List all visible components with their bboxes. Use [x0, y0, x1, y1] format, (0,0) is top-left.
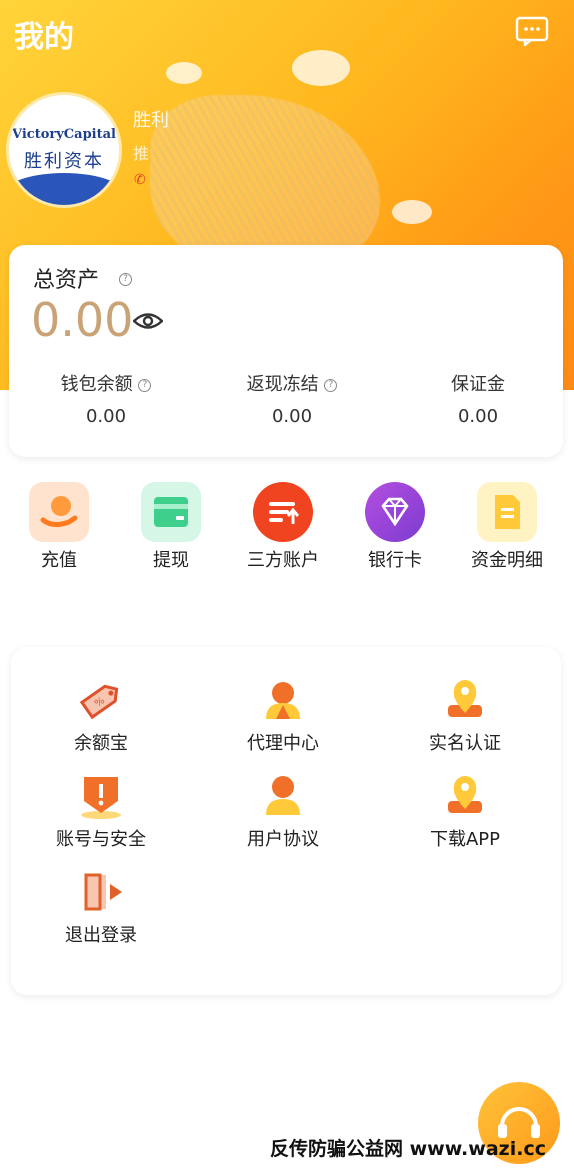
watermark-text: 反传防骗公益网 www.wazi.cc — [270, 1138, 546, 1160]
logo-text: VictoryCapital — [12, 127, 116, 142]
menu-item-label: 下载APP — [429, 829, 501, 850]
stat-value: 0.00 — [457, 406, 499, 427]
menu-item-download-app[interactable]: 下载APP — [375, 771, 555, 851]
assets-card: 总资产 ? 0.00 钱包余额 ? 0.00 返现冻结 ? 0.00 保证金 0… — [9, 245, 563, 457]
total-assets-label: 总资产 — [33, 268, 100, 293]
menu-item-yuebao[interactable]: % 余额宝 — [11, 675, 191, 755]
menu-item-label: 用户协议 — [247, 829, 319, 850]
recharge-label: 充值 — [41, 550, 77, 571]
bank-card-button[interactable]: 银行卡 — [339, 482, 451, 572]
document-icon — [477, 482, 537, 542]
menu-item-label: 实名认证 — [429, 733, 501, 754]
menu-item-label: 账号与安全 — [56, 829, 146, 850]
wallet-icon — [141, 482, 201, 542]
diamond-icon — [365, 482, 425, 542]
fund-details-label: 资金明细 — [471, 550, 543, 571]
user-subtitle: 推 — [133, 144, 150, 163]
recharge-button[interactable]: 充值 — [3, 482, 115, 572]
phone-icon: ✆ — [134, 172, 146, 188]
menu-item-agent-center[interactable]: 代理中心 — [193, 675, 373, 755]
cloud-decoration — [392, 200, 432, 224]
avatar[interactable]: VictoryCapital 胜利资本 — [6, 92, 122, 208]
third-party-account-label: 三方账户 — [247, 550, 319, 571]
logo-cn-text: 胜利资本 — [24, 151, 104, 172]
total-assets-value: 0.00 — [31, 293, 134, 347]
stat-wallet-balance: 钱包余额 ? 0.00 — [21, 370, 191, 427]
logo-swoosh — [9, 173, 119, 205]
withdraw-label: 提现 — [153, 550, 189, 571]
menu-item-user-agreement[interactable]: 用户协议 — [193, 771, 373, 851]
help-icon[interactable]: ? — [138, 378, 152, 392]
location-pin-icon — [440, 675, 490, 725]
menu-item-label: 退出登录 — [65, 925, 137, 946]
logout-icon — [76, 867, 126, 917]
help-icon[interactable]: ? — [324, 378, 338, 392]
agent-icon — [258, 675, 308, 725]
stat-value: 0.00 — [271, 406, 313, 427]
help-icon[interactable]: ? — [119, 273, 132, 286]
tag-icon: % — [76, 675, 126, 725]
user-name: 胜利 — [133, 110, 169, 131]
recharge-icon — [29, 482, 89, 542]
menu-item-account-security[interactable]: 账号与安全 — [11, 771, 191, 851]
menu-card: % 余额宝 代理中心 实名认证 账号与安全 用户协议 下载APP 退出登录 — [11, 647, 561, 995]
card-upload-icon — [253, 482, 313, 542]
withdraw-button[interactable]: 提现 — [115, 482, 227, 572]
third-party-account-button[interactable]: 三方账户 — [227, 482, 339, 572]
menu-item-label: 代理中心 — [247, 733, 319, 754]
cloud-decoration — [166, 62, 202, 84]
menu-item-label: 余额宝 — [74, 733, 128, 754]
user-icon — [258, 771, 308, 821]
stat-label: 钱包余额 — [60, 374, 133, 395]
message-icon[interactable] — [515, 16, 549, 46]
bank-card-label: 银行卡 — [368, 550, 422, 571]
stat-deposit: 保证金 0.00 — [393, 370, 563, 427]
shield-alert-icon — [76, 771, 126, 821]
stat-cashback-frozen: 返现冻结 ? 0.00 — [207, 370, 377, 427]
page-title: 我的 — [14, 20, 74, 55]
fund-details-button[interactable]: 资金明细 — [451, 482, 563, 572]
download-pin-icon — [440, 771, 490, 821]
stat-value: 0.00 — [85, 406, 127, 427]
cloud-decoration — [292, 50, 350, 86]
eye-icon[interactable] — [133, 311, 163, 331]
menu-item-real-name[interactable]: 实名认证 — [375, 675, 555, 755]
stat-label: 保证金 — [451, 374, 505, 395]
stat-label: 返现冻结 — [246, 374, 319, 395]
menu-item-logout[interactable]: 退出登录 — [11, 867, 191, 947]
